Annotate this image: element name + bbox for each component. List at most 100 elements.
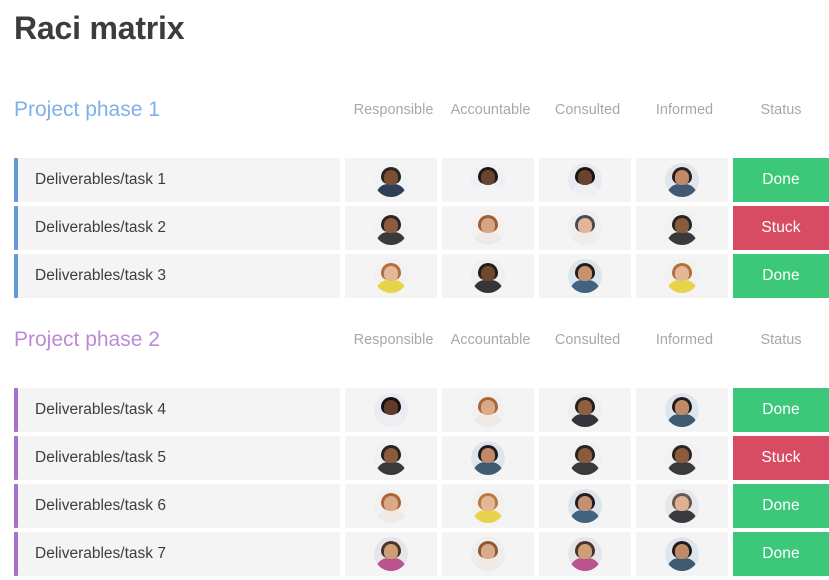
raci-cell[interactable] [539, 532, 631, 576]
avatar-responsible[interactable] [374, 211, 408, 245]
avatar-shoulders [473, 280, 503, 293]
raci-cell[interactable] [636, 158, 728, 202]
avatar-shoulders [473, 462, 503, 475]
avatar-responsible[interactable] [374, 393, 408, 427]
column-header-informed: Informed [655, 102, 714, 118]
avatar-face [384, 218, 398, 233]
raci-cell[interactable] [442, 254, 534, 298]
raci-cell[interactable] [442, 388, 534, 432]
raci-cell[interactable] [636, 436, 728, 480]
raci-cell[interactable] [442, 484, 534, 528]
raci-cell[interactable] [539, 206, 631, 250]
avatar-informed[interactable] [665, 163, 699, 197]
status-badge[interactable]: Done [733, 254, 829, 298]
avatar-accountable[interactable] [471, 393, 505, 427]
avatar-shoulders [667, 280, 697, 293]
avatar-informed[interactable] [665, 259, 699, 293]
raci-cell[interactable] [539, 254, 631, 298]
avatar-shoulders [570, 232, 600, 245]
avatar-face [481, 170, 495, 185]
raci-cell[interactable] [636, 484, 728, 528]
raci-cell[interactable] [539, 436, 631, 480]
avatar-informed[interactable] [665, 211, 699, 245]
avatar-consulted[interactable] [568, 489, 602, 523]
raci-cell[interactable] [636, 254, 728, 298]
raci-cell[interactable] [345, 436, 437, 480]
avatar-face [675, 400, 689, 415]
task-name[interactable]: Deliverables/task 7 [18, 532, 340, 576]
avatar-face [481, 496, 495, 511]
avatar-accountable[interactable] [471, 259, 505, 293]
avatar-shoulders [376, 558, 406, 571]
avatar-informed[interactable] [665, 489, 699, 523]
avatar-shoulders [473, 558, 503, 571]
avatar-consulted[interactable] [568, 393, 602, 427]
avatar-informed[interactable] [665, 393, 699, 427]
column-header-responsible: Responsible [353, 102, 434, 118]
raci-cell[interactable] [345, 158, 437, 202]
status-badge[interactable]: Done [733, 158, 829, 202]
raci-cell[interactable] [539, 484, 631, 528]
avatar-responsible[interactable] [374, 441, 408, 475]
raci-cell[interactable] [345, 206, 437, 250]
avatar-accountable[interactable] [471, 489, 505, 523]
avatar-shoulders [473, 510, 503, 523]
avatar-accountable[interactable] [471, 211, 505, 245]
table-row[interactable]: Deliverables/task 1 Done [0, 158, 829, 202]
table-row[interactable]: Deliverables/task 5 Stuck [0, 436, 829, 480]
avatar-responsible[interactable] [374, 537, 408, 571]
task-name[interactable]: Deliverables/task 2 [18, 206, 340, 250]
raci-cell[interactable] [539, 158, 631, 202]
table-row[interactable]: Deliverables/task 2 Stuck [0, 206, 829, 250]
raci-cell[interactable] [539, 388, 631, 432]
avatar-face [675, 170, 689, 185]
avatar-accountable[interactable] [471, 163, 505, 197]
avatar-face [384, 400, 398, 415]
raci-cell[interactable] [442, 158, 534, 202]
avatar-accountable[interactable] [471, 537, 505, 571]
avatar-responsible[interactable] [374, 489, 408, 523]
task-name[interactable]: Deliverables/task 4 [18, 388, 340, 432]
avatar-face [384, 544, 398, 559]
raci-cell[interactable] [345, 388, 437, 432]
task-name[interactable]: Deliverables/task 3 [18, 254, 340, 298]
avatar-shoulders [667, 510, 697, 523]
avatar-responsible[interactable] [374, 259, 408, 293]
table-row[interactable]: Deliverables/task 6 Done [0, 484, 829, 528]
avatar-consulted[interactable] [568, 259, 602, 293]
avatar-shoulders [667, 184, 697, 197]
avatar-shoulders [570, 462, 600, 475]
status-badge[interactable]: Stuck [733, 436, 829, 480]
raci-cell[interactable] [345, 532, 437, 576]
raci-cell[interactable] [442, 532, 534, 576]
table-row[interactable]: Deliverables/task 7 Done [0, 532, 829, 576]
avatar-accountable[interactable] [471, 441, 505, 475]
avatar-responsible[interactable] [374, 163, 408, 197]
avatar-consulted[interactable] [568, 537, 602, 571]
status-badge[interactable]: Done [733, 388, 829, 432]
avatar-face [578, 266, 592, 281]
status-badge[interactable]: Done [733, 532, 829, 576]
avatar-consulted[interactable] [568, 163, 602, 197]
raci-cell[interactable] [636, 388, 728, 432]
raci-cell[interactable] [442, 436, 534, 480]
task-name[interactable]: Deliverables/task 6 [18, 484, 340, 528]
avatar-consulted[interactable] [568, 211, 602, 245]
column-header-informed: Informed [655, 332, 714, 348]
avatar-consulted[interactable] [568, 441, 602, 475]
status-badge[interactable]: Done [733, 484, 829, 528]
table-row[interactable]: Deliverables/task 4 Done [0, 388, 829, 432]
raci-cell[interactable] [636, 532, 728, 576]
task-name[interactable]: Deliverables/task 5 [18, 436, 340, 480]
raci-cell[interactable] [345, 254, 437, 298]
avatar-informed[interactable] [665, 537, 699, 571]
avatar-informed[interactable] [665, 441, 699, 475]
avatar-shoulders [570, 280, 600, 293]
column-header-accountable: Accountable [450, 332, 531, 348]
status-badge[interactable]: Stuck [733, 206, 829, 250]
task-name[interactable]: Deliverables/task 1 [18, 158, 340, 202]
raci-cell[interactable] [345, 484, 437, 528]
table-row[interactable]: Deliverables/task 3 Done [0, 254, 829, 298]
raci-cell[interactable] [442, 206, 534, 250]
raci-cell[interactable] [636, 206, 728, 250]
